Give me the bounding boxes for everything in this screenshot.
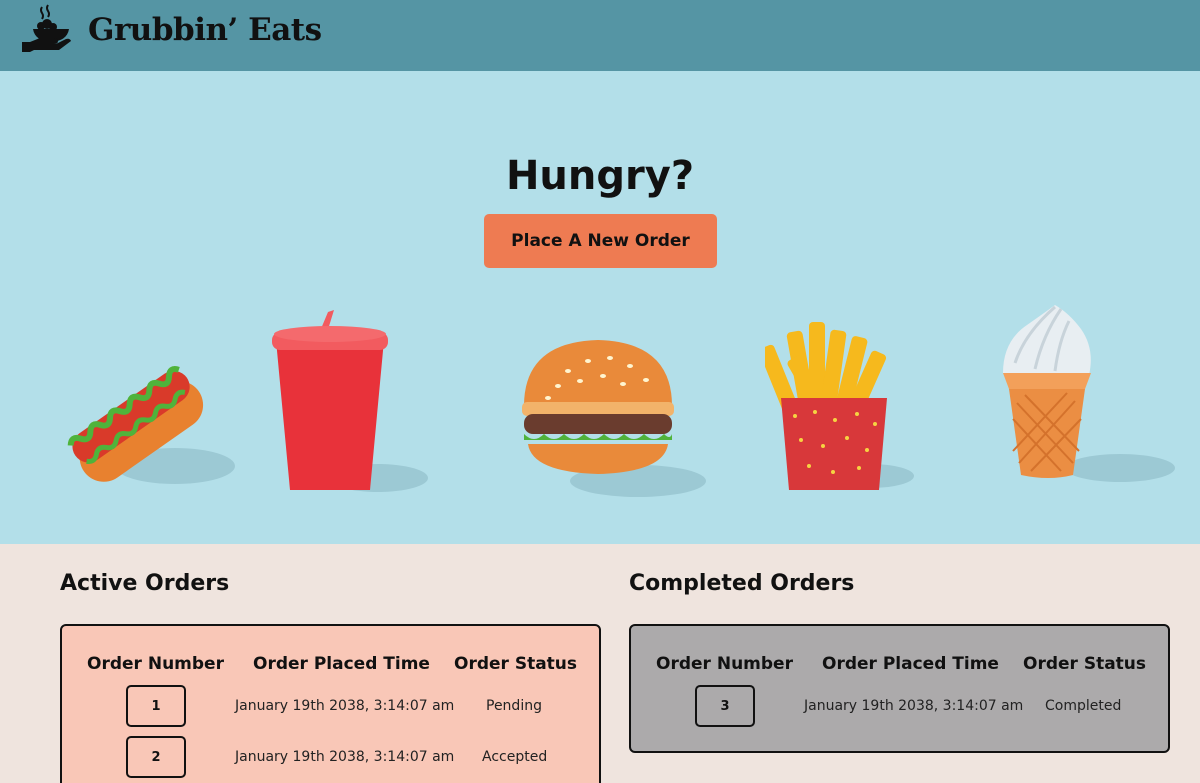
column-header-order-number: Order Number: [87, 654, 224, 674]
order-placed-time: January 19th 2038, 3:14:07 am: [235, 698, 455, 714]
order-status: Completed: [1045, 698, 1122, 714]
hero-title: Hungry?: [505, 153, 695, 199]
column-header-order-placed-time: Order Placed Time: [822, 654, 999, 674]
burger-image: [522, 340, 706, 497]
brand-name[interactable]: Grubbin’ Eats: [88, 12, 322, 48]
order-status: Accepted: [482, 749, 548, 765]
order-number-button[interactable]: 1: [126, 685, 186, 727]
place-new-order-button[interactable]: Place A New Order: [484, 214, 717, 268]
column-header-order-status: Order Status: [454, 654, 578, 674]
fries-image: [765, 322, 914, 490]
order-placed-time: January 19th 2038, 3:14:07 am: [804, 698, 1024, 714]
order-number-button[interactable]: 2: [126, 736, 186, 778]
active-orders-title: Active Orders: [60, 571, 230, 596]
order-number-button[interactable]: 3: [695, 685, 755, 727]
soda-cup-image: [272, 310, 428, 492]
top-bar: Grubbin’ Eats: [0, 0, 1200, 71]
order-status: Pending: [486, 698, 542, 714]
active-orders-panel: Order Number Order Placed Time Order Sta…: [60, 624, 601, 783]
ice-cream-cone-image: [1003, 305, 1175, 482]
hot-dog-image: [67, 366, 235, 484]
column-header-order-placed-time: Order Placed Time: [253, 654, 430, 674]
column-header-order-number: Order Number: [656, 654, 793, 674]
completed-orders-title: Completed Orders: [629, 571, 855, 596]
column-header-order-status: Order Status: [1023, 654, 1147, 674]
order-placed-time: January 19th 2038, 3:14:07 am: [235, 749, 455, 765]
completed-orders-panel: Order Number Order Placed Time Order Sta…: [629, 624, 1170, 753]
hand-serving-bowl-icon[interactable]: [20, 4, 72, 56]
hero-banner: Hungry? Place A New Order: [0, 71, 1200, 544]
